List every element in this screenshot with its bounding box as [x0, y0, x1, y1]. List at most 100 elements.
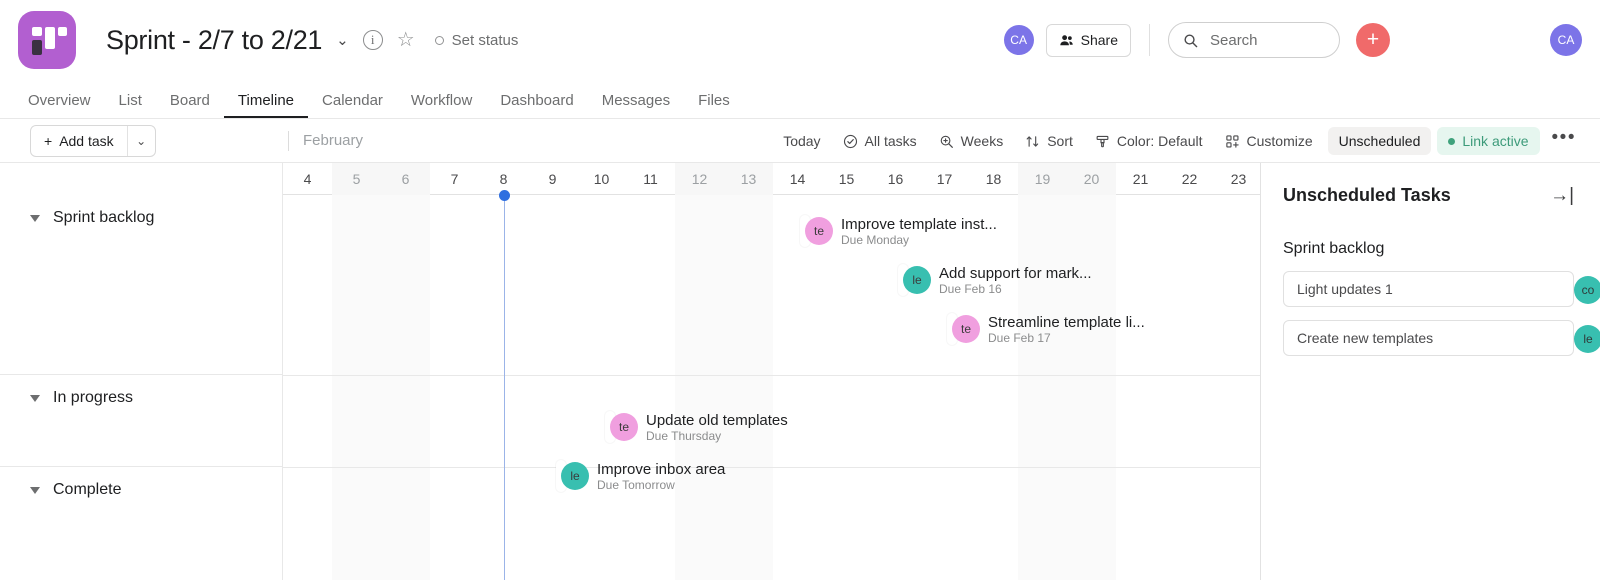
today-button[interactable]: Today — [772, 127, 831, 155]
tab-calendar[interactable]: Calendar — [308, 92, 397, 118]
tab-overview[interactable]: Overview — [14, 92, 105, 118]
toolbar-right: Today All tasks Weeks Sort Color: Defaul… — [772, 119, 1586, 163]
tab-list[interactable]: List — [105, 92, 156, 118]
header-divider — [1149, 24, 1150, 56]
page-title: Sprint - 2/7 to 2/21 — [106, 24, 323, 55]
section-header-sprint-backlog[interactable]: Sprint backlog — [0, 195, 282, 227]
star-icon[interactable]: ☆ — [397, 30, 415, 50]
zoom-weeks-button[interactable]: Weeks — [928, 127, 1015, 155]
caret-down-icon[interactable] — [30, 486, 40, 494]
asana-board-logo-icon[interactable] — [18, 11, 76, 69]
weekend-column — [724, 195, 773, 580]
timeline-task-bar[interactable]: te Update old templates Due Thursday — [605, 411, 788, 443]
timeline-grid[interactable]: 4567891011121314151617181920212223242526… — [283, 163, 1260, 580]
unscheduled-task-card[interactable]: Light updates 1 co — [1283, 271, 1600, 307]
weekend-column — [1067, 195, 1116, 580]
task-assignee-avatar[interactable]: te — [805, 217, 833, 245]
unscheduled-task-avatar[interactable]: le — [1574, 325, 1600, 353]
task-name: Add support for mark... — [939, 264, 1092, 282]
task-text: Improve template inst... Due Monday — [841, 216, 997, 247]
task-assignee-avatar[interactable]: le — [903, 266, 931, 294]
ruler-day-5: 5 — [332, 163, 381, 195]
timeline-task-bar[interactable]: le Add support for mark... Due Feb 16 — [898, 264, 1092, 296]
add-task-main[interactable]: + Add task — [31, 126, 127, 156]
top-header: Sprint - 2/7 to 2/21 ⌄ i ☆ Set status CA… — [0, 0, 1600, 80]
tab-dashboard[interactable]: Dashboard — [486, 92, 587, 118]
toolbar-left: + Add task ⌄ — [0, 119, 283, 163]
section-list: Sprint backlogIn progressComplete + Add … — [0, 163, 283, 580]
timeline-toolbar: + Add task ⌄ February Today All tasks We — [0, 119, 1600, 163]
ruler-day-4: 4 — [303, 171, 312, 187]
ruler-day-13: 13 — [724, 163, 773, 195]
unscheduled-label: Unscheduled — [1338, 133, 1421, 149]
caret-down-icon[interactable] — [30, 394, 40, 402]
section-divider — [283, 375, 1260, 376]
month-label: February — [288, 130, 363, 151]
plus-icon: + — [44, 132, 53, 149]
ruler-day-7: 7 — [450, 171, 459, 187]
search-box[interactable] — [1168, 22, 1340, 58]
tab-workflow[interactable]: Workflow — [397, 92, 486, 118]
unscheduled-panel-header: Unscheduled Tasks →| — [1283, 185, 1574, 206]
task-assignee-avatar[interactable]: te — [952, 315, 980, 343]
avatar-collaborator[interactable]: CA — [1003, 25, 1034, 55]
link-active-badge[interactable]: Link active — [1437, 127, 1540, 155]
add-task-button[interactable]: + Add task ⌄ — [30, 124, 156, 157]
section-row: Complete — [0, 467, 282, 580]
tab-files[interactable]: Files — [684, 92, 744, 118]
avatar-current-user[interactable]: CA — [1550, 24, 1582, 56]
tab-timeline[interactable]: Timeline — [224, 92, 308, 118]
section-label: Complete — [53, 481, 122, 498]
weekend-column — [675, 195, 724, 580]
timeline-task-bar[interactable]: te Streamline template li... Due Feb 17 — [947, 313, 1145, 345]
people-icon — [1059, 34, 1073, 45]
info-icon[interactable]: i — [362, 30, 383, 50]
ruler-day-16: 16 — [887, 171, 904, 187]
status-circle-icon — [434, 35, 444, 45]
task-due-date: Due Feb 16 — [939, 281, 1002, 296]
customize-button[interactable]: Customize — [1214, 127, 1324, 155]
color-button[interactable]: Color: Default — [1084, 127, 1214, 155]
unscheduled-task-name: Create new templates — [1297, 330, 1434, 346]
all-tasks-filter[interactable]: All tasks — [832, 127, 928, 155]
task-text: Add support for mark... Due Feb 16 — [939, 265, 1092, 296]
section-header-in-progress[interactable]: In progress — [0, 375, 282, 407]
tab-messages[interactable]: Messages — [588, 92, 684, 118]
timeline-task-bar[interactable]: le Improve inbox area Due Tomorrow — [556, 460, 725, 492]
create-button[interactable]: + — [1356, 23, 1390, 57]
unscheduled-toggle[interactable]: Unscheduled — [1327, 127, 1432, 155]
ruler-day-6: 6 — [381, 163, 430, 195]
date-ruler: 4567891011121314151617181920212223242526… — [283, 163, 1260, 195]
sort-button[interactable]: Sort — [1014, 127, 1084, 155]
task-assignee-avatar[interactable]: te — [610, 413, 638, 441]
collapse-panel-icon[interactable]: →| — [1550, 186, 1574, 205]
set-status-label: Set status — [451, 31, 519, 49]
chevron-down-icon[interactable]: ⌄ — [336, 31, 349, 49]
task-name: Update old templates — [646, 411, 788, 429]
section-header-complete[interactable]: Complete — [0, 467, 282, 499]
ruler-day-14: 14 — [789, 171, 806, 187]
share-button[interactable]: Share — [1045, 23, 1131, 57]
caret-down-icon[interactable] — [30, 214, 40, 222]
task-due-date: Due Monday — [841, 232, 910, 247]
unscheduled-panel-title: Unscheduled Tasks — [1283, 185, 1451, 205]
unscheduled-task-avatar[interactable]: co — [1574, 276, 1600, 304]
ruler-day-10: 10 — [593, 171, 610, 187]
add-task-dropdown[interactable]: ⌄ — [126, 125, 155, 156]
weeks-label: Weeks — [960, 133, 1004, 149]
more-options-button[interactable]: ••• — [1540, 127, 1586, 155]
share-label: Share — [1080, 32, 1118, 48]
section-label: Sprint backlog — [53, 209, 155, 226]
task-assignee-avatar[interactable]: le — [561, 462, 589, 490]
timeline-task-bar[interactable]: te Improve template inst... Due Monday — [800, 215, 997, 247]
tab-board[interactable]: Board — [156, 92, 224, 118]
unscheduled-task-name: Light updates 1 — [1297, 281, 1393, 297]
search-input[interactable] — [1208, 30, 1323, 50]
unscheduled-task-card[interactable]: Create new templates le — [1283, 320, 1600, 356]
timeline-canvas[interactable]: te Improve template inst... Due Monday le Ad… — [283, 190, 1260, 580]
ruler-day-23: 23 — [1230, 171, 1247, 187]
task-text: Update old templates Due Thursday — [646, 412, 788, 443]
set-status-button[interactable]: Set status — [434, 31, 519, 49]
search-icon — [1184, 33, 1198, 47]
section-list-header-spacer — [0, 163, 282, 195]
